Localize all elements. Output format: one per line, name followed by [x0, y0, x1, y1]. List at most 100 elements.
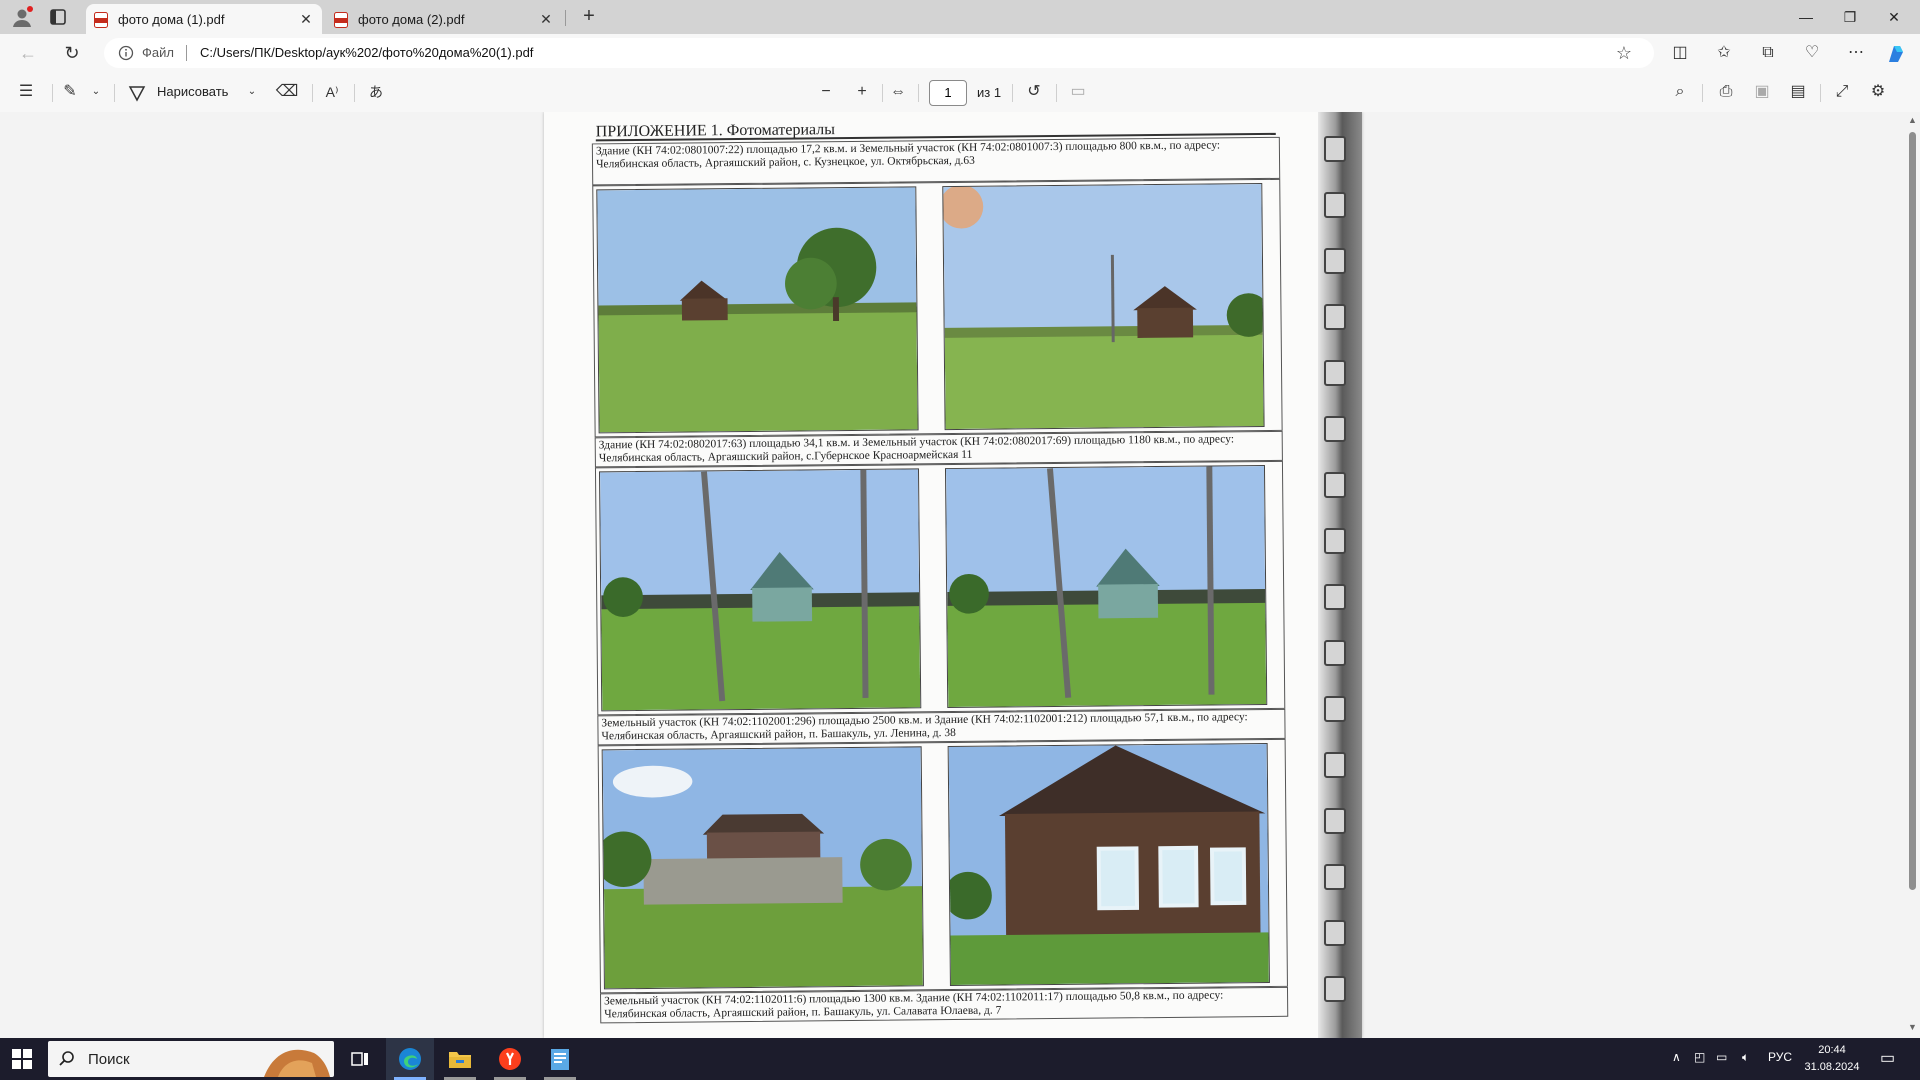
photo-house-3b	[947, 742, 1270, 987]
new-tab-button[interactable]: +	[577, 5, 601, 29]
save-icon[interactable]: ▣	[1750, 80, 1774, 104]
url-text[interactable]: C:/Users/ПК/Desktop/аук%202/фото%20дома%…	[200, 45, 533, 60]
highlight-icon[interactable]: ✎	[58, 80, 82, 104]
taskbar-file-explorer[interactable]	[436, 1038, 484, 1080]
network-icon[interactable]: ▭	[1716, 1050, 1727, 1064]
zoom-out-icon[interactable]: −	[814, 80, 838, 104]
toolbar-divider	[918, 84, 919, 102]
tab-separator	[565, 10, 566, 26]
profile-icon[interactable]	[10, 5, 34, 29]
close-tab-icon[interactable]: ✕	[538, 11, 554, 27]
restore-button[interactable]: ❐	[1834, 5, 1866, 29]
chevron-down-icon[interactable]: ⌄	[240, 80, 264, 104]
toolbar-divider	[882, 84, 883, 102]
omnibox[interactable]: Файл C:/Users/ПК/Desktop/аук%202/фото%20…	[104, 38, 1654, 68]
minimize-button[interactable]: —	[1790, 5, 1822, 29]
refresh-button[interactable]: ↻	[60, 41, 84, 65]
split-screen-icon[interactable]: ◫	[1668, 41, 1692, 65]
zoom-in-icon[interactable]: +	[850, 80, 874, 104]
close-tab-icon[interactable]: ✕	[298, 11, 314, 27]
binding-ring	[1324, 920, 1346, 946]
clock-time: 20:44	[1818, 1044, 1846, 1056]
toolbar-divider	[52, 84, 53, 102]
draw-button-label[interactable]: Нарисовать	[157, 84, 228, 99]
scroll-up-icon[interactable]: ▲	[1907, 115, 1918, 126]
close-window-button[interactable]: ✕	[1878, 5, 1910, 29]
search-icon[interactable]: ⌕	[1668, 80, 1692, 104]
tab-foto-doma-2[interactable]: фото дома (2).pdf ✕	[326, 4, 562, 34]
tab-foto-doma-1[interactable]: фото дома (1).pdf ✕	[86, 4, 322, 34]
clock-date: 31.08.2024	[1804, 1061, 1860, 1073]
binding-ring	[1324, 472, 1346, 498]
taskbar-notepad[interactable]	[536, 1038, 584, 1080]
tab-label: фото дома (2).pdf	[358, 12, 465, 27]
translate-icon[interactable]: あ	[364, 80, 388, 104]
search-placeholder: Поиск	[88, 1051, 130, 1068]
fit-to-width-icon[interactable]: ⇔	[886, 80, 910, 104]
windows-start-icon[interactable]	[12, 1049, 32, 1069]
meet-now-icon[interactable]: ◰	[1694, 1050, 1705, 1064]
vertical-scrollbar[interactable]: ▲ ▼	[1905, 112, 1920, 1038]
scroll-down-icon[interactable]: ▼	[1907, 1022, 1918, 1033]
toolbar-divider	[354, 84, 355, 102]
settings-gear-icon[interactable]: ⚙	[1866, 80, 1890, 104]
print-icon[interactable]: ⎙	[1714, 80, 1738, 104]
browser-essentials-icon[interactable]: ♡	[1800, 41, 1824, 65]
search-icon	[59, 1051, 74, 1066]
copilot-icon[interactable]	[1884, 42, 1908, 66]
binding-ring	[1324, 416, 1346, 442]
taskbar-search-box[interactable]: Поиск	[48, 1041, 334, 1077]
favorites-icon[interactable]: ✩	[1712, 41, 1736, 65]
binding-ring	[1324, 808, 1346, 834]
photo-house-1a	[596, 186, 919, 434]
binding-ring	[1324, 304, 1346, 330]
photo-house-3a	[601, 746, 924, 990]
toolbar-divider	[1012, 84, 1013, 102]
binding-ring	[1324, 528, 1346, 554]
page-number-input[interactable]: 1	[929, 80, 967, 106]
notepad-icon	[551, 1049, 569, 1070]
save-as-icon[interactable]: ▤	[1786, 80, 1810, 104]
show-hidden-icons-chevron-icon[interactable]: ∧	[1672, 1050, 1681, 1064]
toolbar-divider	[1702, 84, 1703, 102]
fullscreen-icon[interactable]: ⤢	[1830, 80, 1854, 104]
tab-bar: фото дома (1).pdf ✕ фото дома (2).pdf ✕ …	[0, 0, 1920, 34]
volume-icon[interactable]: 🔈︎	[1742, 1050, 1749, 1065]
notifications-icon[interactable]: ▭	[1880, 1048, 1895, 1068]
edge-icon	[399, 1048, 421, 1070]
address-bar: ← ↻ Файл C:/Users/ПК/Desktop/аук%202/фот…	[0, 34, 1920, 73]
back-button[interactable]: ←	[16, 41, 40, 65]
info-icon[interactable]	[118, 45, 134, 61]
collections-icon[interactable]: ⧉	[1756, 41, 1780, 65]
pdf-toolbar: ☰ ✎ ⌄ Нарисовать ⌄ ⌫ A⁾ あ − + ⇔ 1 из 1 ↺…	[0, 72, 1920, 113]
chevron-down-icon[interactable]: ⌄	[84, 80, 108, 104]
pdf-viewer[interactable]: ПРИЛОЖЕНИЕ 1. Фотоматериалы Здание (КН 7…	[0, 112, 1905, 1038]
pdf-file-icon	[334, 12, 348, 28]
table-of-contents-icon[interactable]: ☰	[14, 80, 38, 104]
scroll-thumb[interactable]	[1909, 132, 1916, 890]
system-clock[interactable]: 20:44 31.08.2024	[1802, 1042, 1862, 1076]
yandex-browser-icon	[499, 1048, 521, 1070]
read-aloud-icon[interactable]: A⁾	[320, 80, 344, 104]
photo-house-1b	[942, 183, 1265, 431]
favorite-star-icon[interactable]: ☆	[1614, 43, 1634, 63]
task-view-button[interactable]	[336, 1038, 384, 1080]
spiral-binding	[1318, 112, 1362, 1038]
eraser-icon[interactable]: ⌫	[275, 80, 299, 104]
url-scheme: Файл	[142, 45, 174, 60]
binding-ring	[1324, 696, 1346, 722]
more-menu-icon[interactable]: ⋯	[1844, 41, 1868, 65]
draw-icon[interactable]	[128, 84, 146, 102]
taskbar-edge[interactable]	[386, 1038, 434, 1080]
task-view-icon	[351, 1052, 368, 1066]
binding-ring	[1324, 640, 1346, 666]
folder-icon	[449, 1052, 471, 1068]
binding-ring	[1324, 360, 1346, 386]
page-view-icon[interactable]: ▭	[1066, 80, 1090, 104]
tab-actions-icon[interactable]	[48, 7, 68, 27]
binding-ring	[1324, 248, 1346, 274]
rotate-icon[interactable]: ↺	[1022, 80, 1046, 104]
taskbar-yandex-browser[interactable]	[486, 1038, 534, 1080]
language-indicator[interactable]: РУС	[1768, 1050, 1792, 1064]
binding-ring	[1324, 192, 1346, 218]
